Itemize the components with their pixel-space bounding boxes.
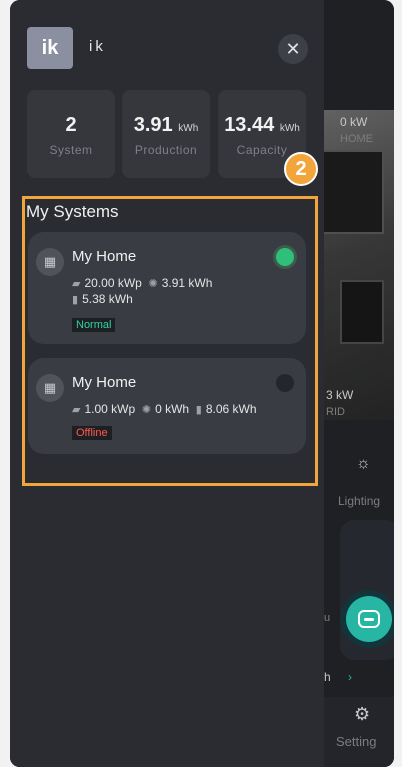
close-button[interactable]: ✕ — [278, 34, 308, 64]
online-status-icon — [276, 248, 294, 266]
production-value: 0 kWh — [155, 402, 190, 416]
stat-number: 3.91 — [133, 114, 173, 136]
storage-value: 5.38 kWh — [82, 292, 133, 306]
partial-text: h — [324, 670, 331, 684]
panel-icon: ▰ — [72, 404, 81, 416]
stat-system: 2 System — [27, 90, 115, 178]
user-name: ik — [89, 38, 106, 55]
stat-label: Production — [134, 143, 198, 157]
production-value: 3.91 kWh — [161, 276, 213, 290]
battery-icon: ▮ — [195, 404, 202, 416]
stat-number: 2 — [65, 114, 77, 136]
system-storage: ▮ 5.38 kWh — [72, 292, 133, 306]
status-badge: Offline — [72, 426, 112, 440]
side-drawer: ik ik ✕ 2 System 3.91 kWh Production 13.… — [10, 0, 324, 767]
storage-value: 8.06 kWh — [205, 402, 257, 416]
home-power: 0 kW — [340, 115, 368, 129]
grid-power: 3 kW — [326, 388, 354, 402]
lighting-label[interactable]: Lighting — [338, 494, 380, 508]
chevron-right-icon[interactable]: › — [348, 670, 352, 684]
system-card[interactable]: ▦ My Home ▰ 1.00 kWp ✺ 0 kWh ▮ 8.06 kWh Off… — [28, 358, 306, 454]
lighting-icon[interactable]: ☼ — [356, 455, 371, 473]
annotation-marker: 2 — [284, 152, 318, 186]
close-icon: ✕ — [285, 38, 301, 59]
solar-panel-icon: ▦ — [36, 374, 64, 402]
stat-unit: kWh — [279, 123, 300, 134]
stat-value: 2 — [27, 114, 115, 137]
grid-label: RID — [326, 406, 345, 418]
solar-panel-icon: ▦ — [36, 248, 64, 276]
status-badge: Normal — [72, 318, 116, 332]
home-label: HOME — [340, 133, 373, 145]
offline-status-icon — [276, 374, 294, 392]
sun-icon: ✺ — [148, 278, 158, 290]
phone-screen: 0 kW HOME 3 kW RID ☼ Lighting u h › ⚙ Se… — [10, 0, 394, 767]
sun-icon: ✺ — [141, 404, 152, 416]
system-name: My Home — [72, 248, 137, 265]
system-metrics: ▰ 20.00 kWp ✺ 3.91 kWh — [72, 276, 212, 290]
robot-icon — [358, 610, 380, 628]
stat-value: 13.44 kWh — [218, 114, 306, 137]
partial-text: u — [324, 612, 331, 624]
battery-icon: ▮ — [72, 294, 79, 306]
capacity-value: 1.00 kWp — [84, 402, 136, 416]
system-name: My Home — [72, 374, 137, 391]
stat-label: System — [49, 143, 93, 157]
system-card[interactable]: ▦ My Home ▰ 20.00 kWp ✺ 3.91 kWh ▮ 5.38 kWh… — [28, 232, 306, 344]
stat-production: 3.91 kWh Production — [122, 90, 210, 178]
stat-value: 3.91 kWh — [122, 114, 210, 137]
stat-number: 13.44 — [224, 114, 275, 136]
gear-icon[interactable]: ⚙ — [354, 704, 370, 725]
panel-icon: ▰ — [72, 278, 81, 290]
capacity-value: 20.00 kWp — [84, 276, 142, 290]
avatar[interactable]: ik — [27, 27, 73, 69]
section-title: My Systems — [26, 202, 119, 221]
system-metrics: ▰ 1.00 kWp ✺ 0 kWh ▮ 8.06 kWh — [72, 402, 257, 416]
stat-unit: kWh — [178, 123, 199, 134]
setting-tab[interactable]: Setting — [336, 734, 376, 749]
assistant-button[interactable] — [346, 596, 392, 642]
